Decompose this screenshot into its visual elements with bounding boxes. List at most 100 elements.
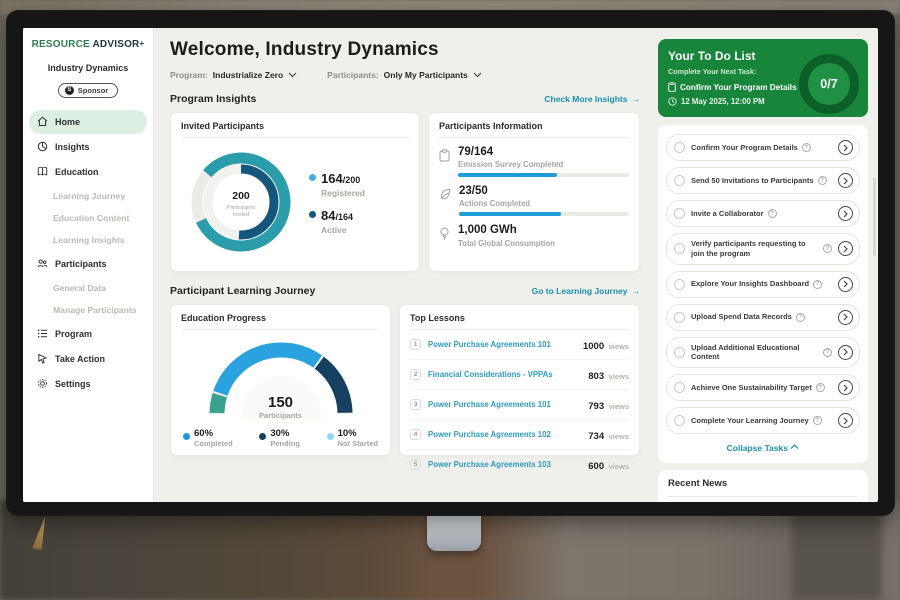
- task-open-button[interactable]: [838, 241, 853, 256]
- program-dropdown[interactable]: Program: Industrialize Zero: [170, 70, 297, 80]
- chevron-right-icon: [843, 384, 848, 392]
- legend-item-active: 84/164 Active: [309, 207, 365, 235]
- task-row-explore-insights[interactable]: Explore Your Insights Dashboard?: [666, 271, 860, 298]
- help-icon[interactable]: ?: [813, 280, 822, 289]
- task-row-invite-collaborator[interactable]: Invite a Collaborator?: [666, 200, 860, 227]
- task-checkbox[interactable]: [674, 415, 685, 426]
- program-filter-value: Industrialize Zero: [213, 70, 283, 80]
- sidebar-item-participants[interactable]: Participants: [29, 252, 147, 276]
- task-checkbox[interactable]: [674, 243, 685, 254]
- sidebar-nav: Home Insights Education Learning Journey…: [23, 110, 153, 396]
- task-open-button[interactable]: [838, 277, 853, 292]
- lesson-views: 1000: [583, 341, 604, 352]
- donut-center-label2: Invited: [233, 212, 249, 218]
- sidebar-item-take-action[interactable]: Take Action: [29, 347, 147, 371]
- chevron-right-icon: [843, 280, 848, 288]
- task-row-achieve-target[interactable]: Achieve One Sustainability Target?: [666, 374, 860, 401]
- chevron-right-icon: [843, 210, 848, 218]
- tasks-card: Confirm Your Program Details? Send 50 In…: [658, 125, 868, 463]
- legend-dot: [309, 211, 316, 218]
- program-filter-label: Program:: [170, 70, 208, 80]
- lesson-row: 4 Power Purchase Agreements 102 734 view…: [410, 420, 629, 450]
- task-open-button[interactable]: [838, 380, 853, 395]
- sidebar-item-settings[interactable]: Settings: [29, 372, 147, 396]
- task-row-verify-participants[interactable]: Verify participants requesting to join t…: [666, 233, 860, 265]
- program-insights-title: Program Insights: [170, 93, 256, 105]
- arrow-right-icon: →: [632, 286, 641, 296]
- scrollbar-thumb[interactable]: [873, 178, 876, 256]
- logo-plus: +: [139, 39, 144, 48]
- task-label: Confirm Your Program Details: [691, 143, 798, 153]
- help-icon[interactable]: ?: [796, 313, 805, 322]
- participants-icon: [37, 258, 48, 269]
- recent-news-title: Recent News: [668, 478, 858, 497]
- lesson-link[interactable]: Power Purchase Agreements 103: [428, 460, 551, 469]
- help-icon[interactable]: ?: [813, 416, 822, 425]
- task-open-button[interactable]: [838, 140, 853, 155]
- sidebar-item-education[interactable]: Education: [29, 160, 147, 184]
- help-icon[interactable]: ?: [823, 348, 832, 357]
- clipboard-icon: [668, 82, 676, 92]
- main-content: Welcome, Industry Dynamics Program: Indu…: [154, 28, 652, 502]
- not-started-label: Not Started: [338, 439, 378, 448]
- invited-donut-chart: 200 Participants Invited: [181, 142, 301, 262]
- lesson-row: 3 Power Purchase Agreements 101 793 view…: [410, 390, 629, 420]
- active-value: 84: [321, 208, 335, 223]
- task-checkbox[interactable]: [674, 208, 685, 219]
- task-checkbox[interactable]: [674, 382, 685, 393]
- donut-center-value: 200: [232, 190, 250, 202]
- logo-resource: RESOURCE: [32, 39, 90, 50]
- task-checkbox[interactable]: [674, 279, 685, 290]
- lesson-link[interactable]: Power Purchase Agreements 101: [428, 400, 551, 409]
- actions-value: 23/50: [459, 185, 629, 198]
- sidebar-item-insights[interactable]: Insights: [29, 135, 147, 159]
- completed-label: Completed: [194, 439, 233, 448]
- app-logo[interactable]: RESOURCE ADVISOR+: [23, 39, 153, 50]
- help-icon[interactable]: ?: [802, 143, 811, 152]
- task-row-send-invitations[interactable]: Send 50 Invitations to Participants?: [666, 167, 860, 194]
- sidebar-item-education-content[interactable]: Education Content: [23, 207, 153, 229]
- lesson-link[interactable]: Financial Considerations - VPPAs: [428, 370, 553, 379]
- sidebar-item-learning-insights[interactable]: Learning Insights: [23, 229, 153, 251]
- task-open-button[interactable]: [838, 413, 853, 428]
- task-row-upload-educational-content[interactable]: Upload Additional Educational Content?: [666, 337, 860, 369]
- task-row-confirm-program[interactable]: Confirm Your Program Details?: [666, 134, 860, 161]
- task-checkbox[interactable]: [674, 142, 685, 153]
- task-row-upload-spend-data[interactable]: Upload Spend Data Records?: [666, 304, 860, 331]
- task-open-button[interactable]: [838, 173, 853, 188]
- todo-progress-ring: 0/7: [799, 54, 859, 114]
- sidebar-item-manage-participants[interactable]: Manage Participants: [23, 299, 153, 321]
- sponsor-badge[interactable]: S Sponsor: [58, 83, 118, 98]
- logo-advisor: ADVISOR: [93, 39, 140, 50]
- sidebar-item-program[interactable]: Program: [29, 322, 147, 346]
- participants-dropdown[interactable]: Participants: Only My Participants: [327, 70, 482, 80]
- lesson-rank: 3: [410, 399, 421, 410]
- help-icon[interactable]: ?: [768, 209, 777, 218]
- learning-journey-title: Participant Learning Journey: [170, 285, 315, 297]
- go-to-learning-journey-link[interactable]: Go to Learning Journey →: [532, 286, 640, 296]
- task-checkbox[interactable]: [674, 312, 685, 323]
- lesson-link[interactable]: Power Purchase Agreements 102: [428, 430, 551, 439]
- check-more-insights-link[interactable]: Check More Insights →: [544, 94, 640, 104]
- task-row-complete-learning-journey[interactable]: Complete Your Learning Journey?: [666, 407, 860, 434]
- task-open-button[interactable]: [838, 310, 853, 325]
- registered-label: Registered: [321, 188, 365, 198]
- sidebar-item-general-data[interactable]: General Data: [23, 277, 153, 299]
- help-icon[interactable]: ?: [816, 383, 825, 392]
- chevron-right-icon: [843, 144, 848, 152]
- lesson-link[interactable]: Power Purchase Agreements 101: [428, 340, 551, 349]
- help-icon[interactable]: ?: [818, 176, 827, 185]
- task-open-button[interactable]: [838, 206, 853, 221]
- task-checkbox[interactable]: [674, 347, 685, 358]
- collapse-tasks-link[interactable]: Collapse Tasks: [666, 440, 860, 461]
- legend-item-pending: 30% Pending: [259, 429, 300, 448]
- task-open-button[interactable]: [838, 345, 853, 360]
- task-checkbox[interactable]: [674, 175, 685, 186]
- help-icon[interactable]: ?: [823, 244, 832, 253]
- sidebar-item-label: Settings: [55, 379, 91, 389]
- sidebar-item-home[interactable]: Home: [29, 110, 147, 134]
- views-suffix: views: [609, 462, 629, 471]
- filters-row: Program: Industrialize Zero Participants…: [170, 70, 640, 80]
- participants-information-card: Participants Information 79/164 Emission…: [428, 112, 640, 272]
- sidebar-item-learning-journey[interactable]: Learning Journey: [23, 185, 153, 207]
